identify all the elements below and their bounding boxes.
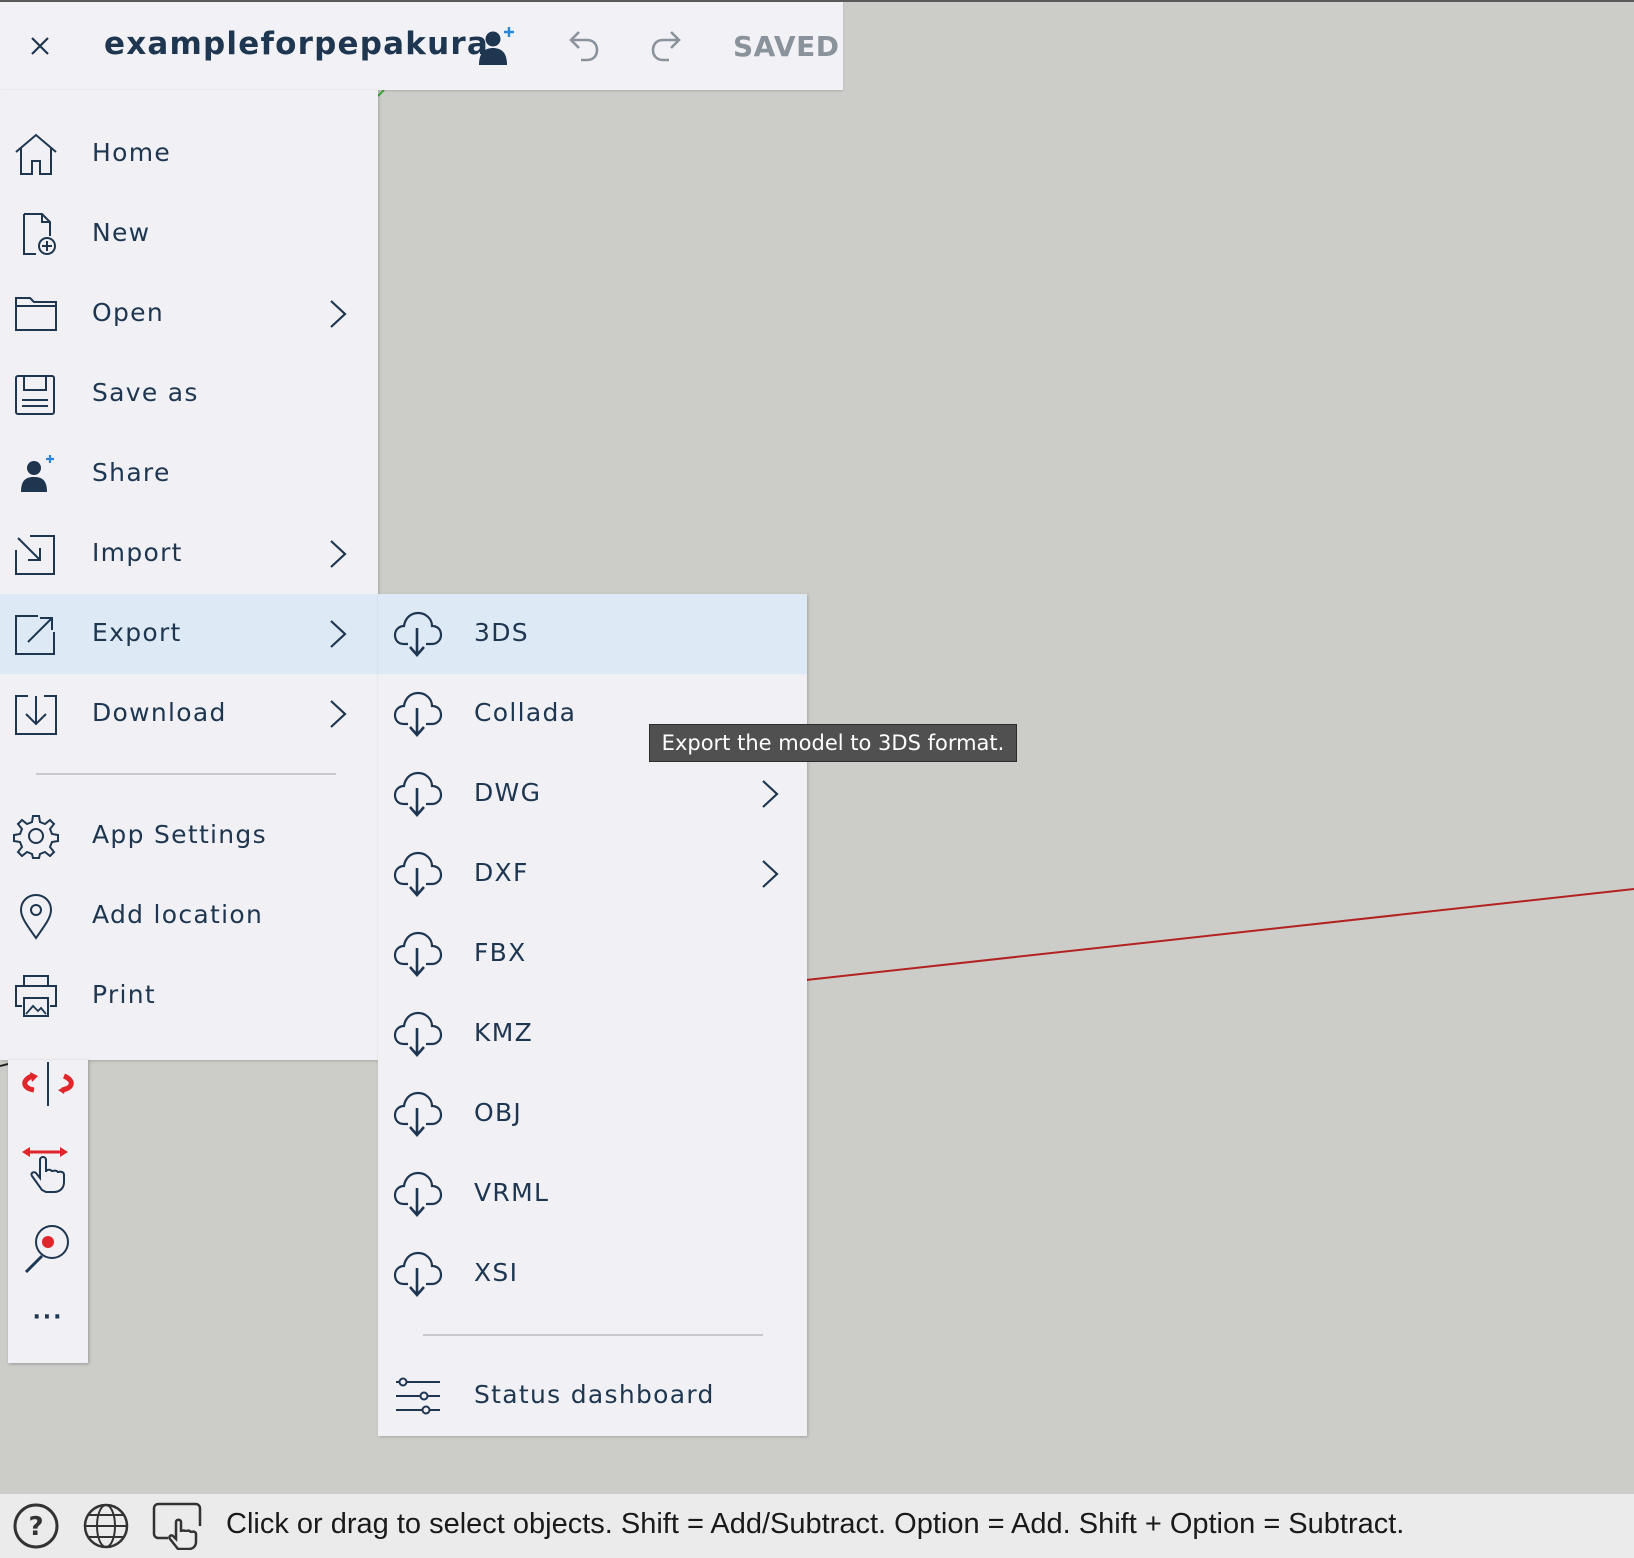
status-bar: ? Click or drag to select objects. Shift… — [0, 1494, 1634, 1558]
cloud-download-icon — [393, 691, 443, 737]
document-title[interactable]: exampleforpepakura — [104, 26, 489, 62]
globe-icon[interactable] — [82, 1502, 130, 1550]
export-format-label: KMZ — [474, 1018, 533, 1047]
chevron-right-icon — [330, 700, 347, 728]
import-icon — [15, 535, 55, 575]
menu-item-label: Import — [92, 538, 183, 567]
cloud-download-icon — [393, 931, 443, 977]
export-xsi[interactable]: XSI — [378, 1234, 807, 1314]
export-format-label: 3DS — [474, 618, 529, 647]
cloud-download-icon — [393, 1011, 443, 1057]
menu-item-save-as[interactable]: Save as — [0, 354, 378, 434]
orbit-icon — [22, 1062, 74, 1106]
chevron-right-icon — [330, 300, 347, 328]
submenu-divider — [423, 1334, 763, 1336]
export-format-label: DXF — [474, 858, 529, 887]
main-menu: Home New Open Save as Share Import Expor… — [0, 90, 378, 1060]
menu-item-label: Share — [92, 458, 171, 487]
home-icon — [15, 133, 57, 175]
export-obj[interactable]: OBJ — [378, 1074, 807, 1154]
export-format-label: XSI — [474, 1258, 519, 1287]
svg-text:?: ? — [28, 1512, 43, 1542]
cloud-download-icon — [393, 771, 443, 817]
menu-item-import[interactable]: Import — [0, 514, 378, 594]
export-vrml[interactable]: VRML — [378, 1154, 807, 1234]
menu-item-label: Home — [92, 138, 172, 167]
print-icon — [15, 975, 57, 1017]
menu-item-app-settings[interactable]: App Settings — [0, 796, 378, 876]
help-icon[interactable]: ? — [12, 1502, 60, 1550]
share-user-icon — [479, 27, 514, 65]
more-icon: ··· — [32, 1305, 64, 1330]
menu-item-add-location[interactable]: Add location — [0, 876, 378, 956]
chevron-right-icon — [762, 860, 779, 888]
save-icon — [15, 375, 55, 415]
status-dashboard-label: Status dashboard — [474, 1380, 715, 1409]
more-tools-button[interactable]: ··· — [20, 1290, 76, 1346]
export-submenu: 3DS Collada DWG DXF FBX KMZ OBJ VRML XSI… — [378, 594, 807, 1436]
pan-icon — [22, 1147, 68, 1193]
cloud-download-icon — [393, 611, 443, 657]
cloud-download-icon — [393, 1091, 443, 1137]
export-3ds[interactable]: 3DS — [378, 594, 807, 674]
export-kmz[interactable]: KMZ — [378, 994, 807, 1074]
location-pin-icon — [19, 893, 53, 940]
menu-item-label: New — [92, 218, 151, 247]
export-format-label: DWG — [474, 778, 542, 807]
redo-button[interactable] — [644, 24, 692, 68]
export-dwg[interactable]: DWG — [378, 754, 807, 834]
new-file-icon — [23, 213, 56, 255]
share-user-icon — [21, 455, 54, 492]
menu-item-print[interactable]: Print — [0, 956, 378, 1036]
save-status: SAVED — [733, 30, 840, 63]
export-dxf[interactable]: DXF — [378, 834, 807, 914]
menu-item-new[interactable]: New — [0, 194, 378, 274]
chevron-right-icon — [330, 540, 347, 568]
menu-item-label: Add location — [92, 900, 264, 929]
close-icon — [31, 37, 49, 55]
menu-item-home[interactable]: Home — [0, 114, 378, 194]
export-format-label: Collada — [474, 698, 577, 727]
menu-item-share[interactable]: Share — [0, 434, 378, 514]
menu-item-label: Export — [92, 618, 182, 647]
menu-item-export[interactable]: Export — [0, 594, 378, 674]
menu-item-download[interactable]: Download — [0, 674, 378, 754]
menu-item-open[interactable]: Open — [0, 274, 378, 354]
status-message: Click or drag to select objects. Shift =… — [226, 1508, 1405, 1540]
zoom-tool[interactable] — [20, 1222, 76, 1278]
cloud-download-icon — [393, 1171, 443, 1217]
export-format-label: FBX — [474, 938, 527, 967]
select-tool-icon[interactable] — [152, 1502, 206, 1550]
chevron-right-icon — [330, 620, 347, 648]
cloud-download-icon — [393, 1251, 443, 1297]
menu-item-label: App Settings — [92, 820, 267, 849]
undo-button[interactable] — [558, 24, 606, 68]
folder-icon — [15, 297, 57, 331]
download-icon — [15, 695, 57, 735]
gear-icon — [13, 815, 59, 859]
export-format-label: VRML — [474, 1178, 550, 1207]
export-format-label: OBJ — [474, 1098, 523, 1127]
cloud-download-icon — [393, 851, 443, 897]
undo-icon — [569, 31, 599, 62]
pan-tool[interactable] — [20, 1142, 76, 1198]
header-bar: exampleforpepakura SAVED — [0, 2, 843, 90]
share-button[interactable] — [472, 22, 520, 70]
menu-item-label: Print — [92, 980, 157, 1009]
close-button[interactable] — [20, 24, 60, 68]
export-icon — [15, 615, 55, 655]
status-dashboard[interactable]: Status dashboard — [378, 1356, 807, 1436]
redo-icon — [651, 31, 681, 62]
chevron-right-icon — [762, 780, 779, 808]
export-fbx[interactable]: FBX — [378, 914, 807, 994]
menu-item-label: Open — [92, 298, 164, 327]
menu-item-label: Download — [92, 698, 227, 727]
orbit-tool[interactable] — [20, 1062, 76, 1118]
sliders-icon — [396, 1377, 440, 1415]
zoom-icon — [24, 1225, 69, 1274]
menu-item-label: Save as — [92, 378, 199, 407]
tool-palette: ··· — [8, 1060, 88, 1363]
menu-divider — [36, 773, 336, 775]
tooltip: Export the model to 3DS format. — [649, 724, 1017, 762]
